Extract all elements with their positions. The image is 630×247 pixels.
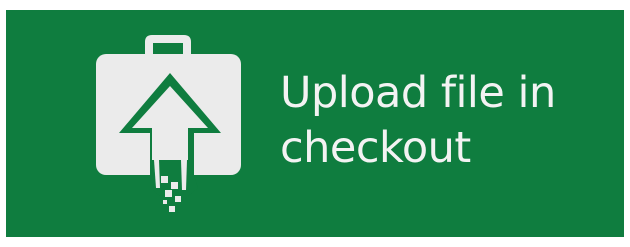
- briefcase-handle: [145, 35, 191, 54]
- banner-title: Upload file in checkout: [280, 66, 600, 176]
- banner-title-line-1: Upload file in: [280, 68, 556, 118]
- briefcase-upload-icon: [91, 30, 241, 220]
- banner-title-line-2: checkout: [280, 123, 471, 173]
